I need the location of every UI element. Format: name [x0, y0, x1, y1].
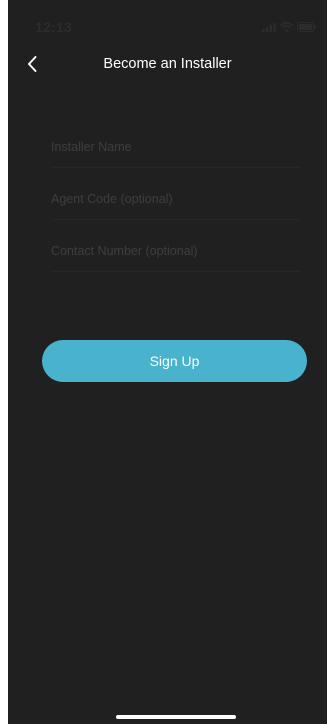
- status-time: 12:13: [35, 19, 72, 35]
- app-screen: 12:13 Become an Installer Installer Name…: [8, 0, 327, 724]
- navigation-bar: Become an Installer: [8, 48, 327, 84]
- installer-name-input[interactable]: [51, 127, 301, 167]
- wifi-icon: [280, 22, 293, 32]
- agent-code-input[interactable]: [51, 179, 301, 219]
- home-indicator: [116, 715, 236, 719]
- contact-number-field: [51, 231, 301, 272]
- status-bar: 12:13: [8, 0, 327, 48]
- contact-number-input[interactable]: [51, 231, 301, 271]
- status-icons: [262, 22, 317, 32]
- installer-name-field: [51, 127, 301, 168]
- signal-bars-icon: [262, 22, 276, 32]
- installer-form: [51, 127, 301, 283]
- page-title: Become an Installer: [103, 56, 232, 72]
- sign-up-button[interactable]: Sign Up: [42, 340, 307, 382]
- battery-icon: [297, 22, 317, 32]
- agent-code-field: [51, 179, 301, 220]
